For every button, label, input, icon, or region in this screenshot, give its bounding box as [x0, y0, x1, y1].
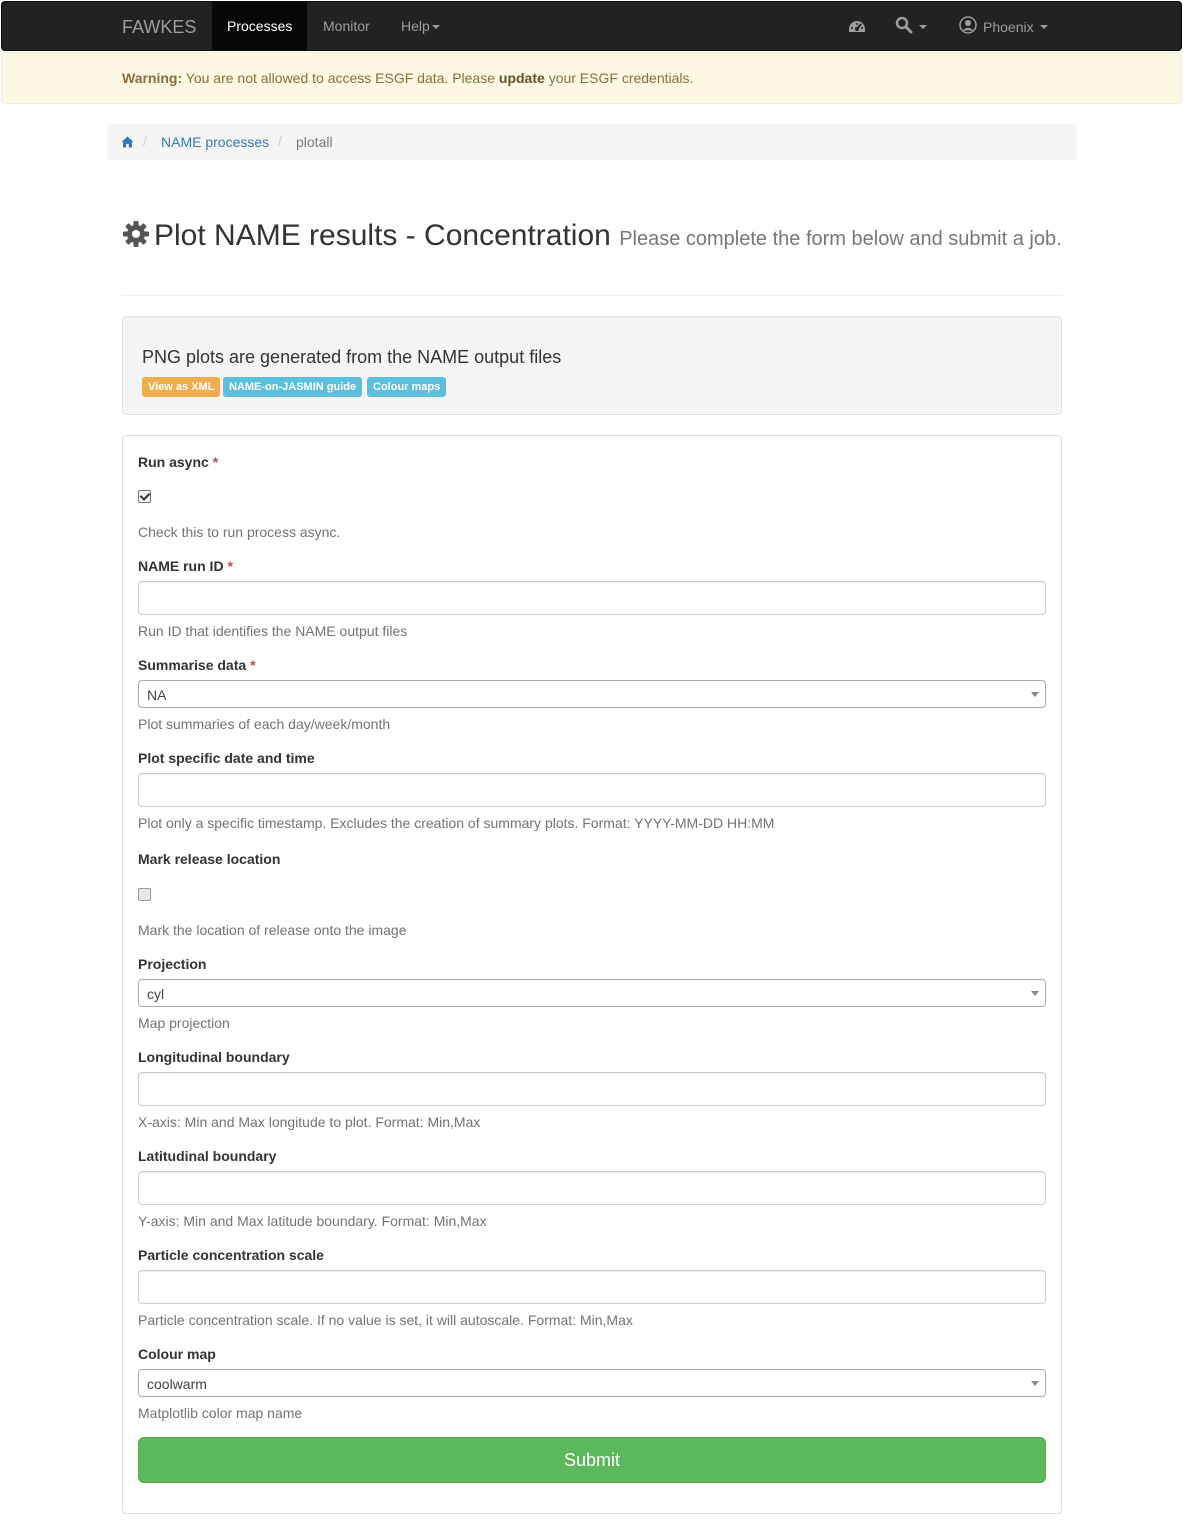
chevron-down-icon	[1039, 24, 1048, 29]
run-async-label: Run async *	[138, 454, 219, 470]
dashboard-icon[interactable]	[847, 2, 867, 51]
mark-release-label: Mark release location	[138, 851, 281, 867]
nav-processes-label: Processes	[227, 18, 293, 34]
summarise-select[interactable]: NA	[138, 680, 1046, 708]
nav-processes[interactable]: Processes	[212, 2, 308, 51]
page-title-text: Plot NAME results - Concentration	[154, 219, 611, 252]
projection-value: cyl	[147, 986, 165, 1002]
process-description: PNG plots are generated from the NAME ou…	[142, 347, 562, 367]
colour-map-help: Matplotlib color map name	[138, 1405, 303, 1421]
lon-boundary-label: Longitudinal boundary	[138, 1049, 290, 1065]
brand-logo[interactable]: FAWKES	[122, 2, 196, 52]
chevron-down-icon	[431, 25, 440, 30]
scale-help: Particle concentration scale. If no valu…	[138, 1312, 633, 1328]
nav-monitor-label: Monitor	[323, 18, 370, 34]
run-async-help: Check this to run process async.	[138, 524, 341, 540]
run-id-input[interactable]	[138, 581, 1046, 615]
colour-maps-link[interactable]: Colour maps	[367, 377, 447, 397]
colour-map-select[interactable]: coolwarm	[138, 1369, 1046, 1397]
summarise-value: NA	[147, 687, 167, 703]
chevron-down-icon	[1031, 1381, 1039, 1386]
mark-release-help: Mark the location of release onto the im…	[138, 922, 407, 938]
search-dropdown[interactable]	[895, 2, 927, 51]
guide-link[interactable]: NAME-on-JASMIN guide	[223, 377, 363, 397]
breadcrumb-separator: /	[278, 133, 282, 149]
scale-input[interactable]	[138, 1270, 1046, 1304]
run-id-label: NAME run ID *	[138, 558, 233, 574]
nav-help[interactable]: Help	[386, 2, 455, 51]
lon-boundary-input[interactable]	[138, 1072, 1046, 1106]
submit-button[interactable]: Submit	[138, 1437, 1046, 1483]
page-header: Plot NAME results - Concentration Please…	[122, 218, 1062, 296]
lon-boundary-help: X-axis: Min and Max longitude to plot. F…	[138, 1114, 481, 1130]
colour-map-label: Colour map	[138, 1346, 216, 1362]
breadcrumb: / NAME processes / plotall	[107, 124, 1077, 160]
breadcrumb-current: plotall	[296, 134, 333, 150]
chevron-down-icon	[1031, 991, 1039, 996]
chevron-down-icon	[919, 24, 927, 29]
projection-help: Map projection	[138, 1015, 230, 1031]
timestamp-help: Plot only a specific timestamp. Excludes…	[138, 815, 775, 831]
user-circle-icon	[959, 16, 977, 37]
chevron-down-icon	[1031, 692, 1039, 697]
lat-boundary-label: Latitudinal boundary	[138, 1148, 277, 1164]
warning-alert: Warning: You are not allowed to access E…	[1, 52, 1182, 104]
run-async-checkbox[interactable]	[138, 490, 151, 503]
page-subtitle: Please complete the form below and submi…	[619, 228, 1062, 250]
timestamp-label: Plot specific date and time	[138, 750, 315, 766]
lat-boundary-help: Y-axis: Min and Max latitude boundary. F…	[138, 1213, 487, 1229]
gear-icon	[122, 220, 150, 257]
breadcrumb-separator: /	[143, 133, 147, 149]
process-form: Run async * Check this to run process as…	[122, 435, 1062, 1514]
breadcrumb-name-processes[interactable]: NAME processes	[161, 134, 269, 150]
nav-help-label: Help	[401, 18, 430, 34]
nav-monitor[interactable]: Monitor	[308, 2, 385, 51]
projection-label: Projection	[138, 956, 207, 972]
mark-release-checkbox[interactable]	[138, 888, 151, 901]
alert-text: Warning: You are not allowed to access E…	[122, 70, 693, 86]
update-link[interactable]: update	[499, 70, 545, 86]
lat-boundary-input[interactable]	[138, 1171, 1046, 1205]
summarise-help: Plot summaries of each day/week/month	[138, 716, 391, 732]
colour-map-value: coolwarm	[147, 1376, 207, 1392]
process-info: PNG plots are generated from the NAME ou…	[122, 316, 1062, 415]
home-icon[interactable]	[121, 135, 134, 151]
navbar: FAWKES Processes Monitor Help Phoenix	[1, 1, 1182, 51]
user-name: Phoenix	[983, 18, 1034, 35]
page-title: Plot NAME results - Concentration Please…	[122, 218, 1062, 257]
view-xml-link[interactable]: View as XML	[142, 377, 221, 397]
timestamp-input[interactable]	[138, 773, 1046, 807]
run-id-help: Run ID that identifies the NAME output f…	[138, 623, 408, 639]
alert-prefix: Warning:	[122, 70, 183, 86]
user-menu[interactable]: Phoenix	[959, 2, 1048, 51]
projection-select[interactable]: cyl	[138, 979, 1046, 1007]
summarise-label: Summarise data *	[138, 657, 256, 673]
alert-message: You are not allowed to access ESGF data.…	[185, 70, 496, 86]
search-icon	[895, 16, 913, 37]
alert-message-end: your ESGF credentials.	[548, 70, 694, 86]
scale-label: Particle concentration scale	[138, 1247, 324, 1263]
